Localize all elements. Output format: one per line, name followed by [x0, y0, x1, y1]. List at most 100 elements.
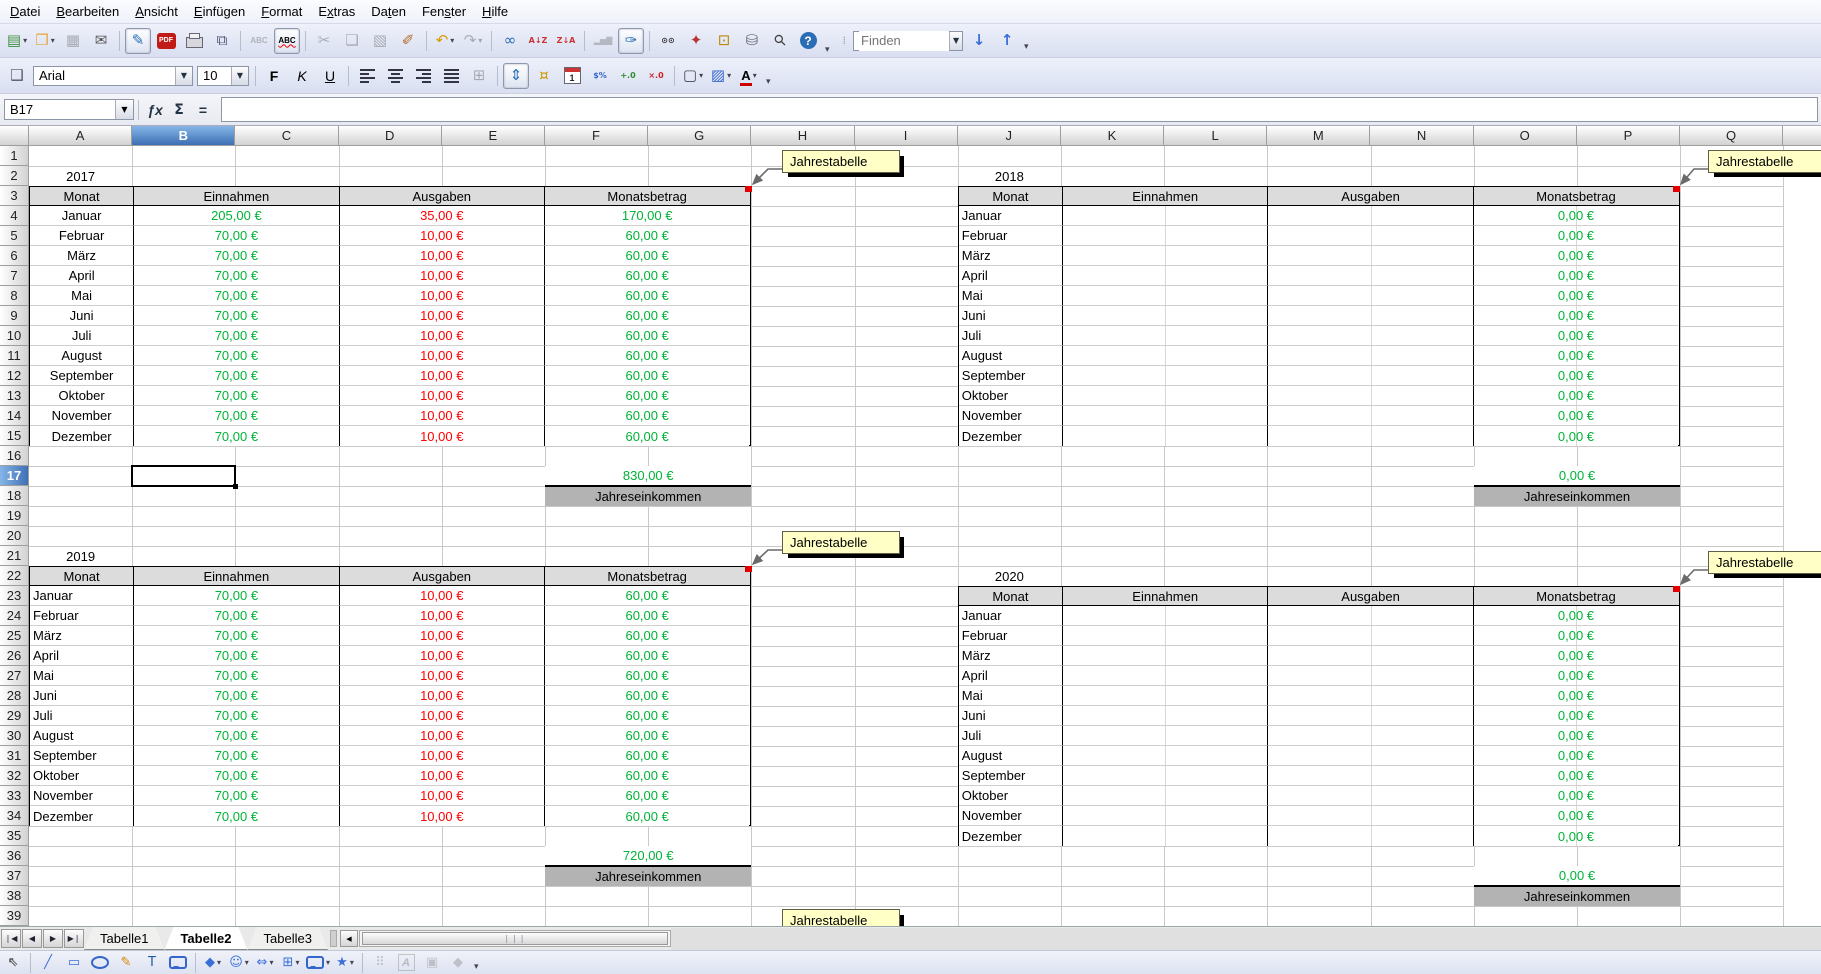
cell[interactable]: 0,00 € — [1473, 346, 1678, 366]
row-header-31[interactable]: 31 — [0, 746, 29, 766]
cell[interactable]: November — [30, 786, 133, 806]
column-header-cell[interactable]: Einnahmen — [133, 567, 338, 585]
chevron-down-icon[interactable]: ▾ — [245, 958, 249, 967]
cell[interactable]: 60,00 € — [544, 326, 749, 346]
row-header-24[interactable]: 24 — [0, 606, 29, 626]
column-header-P[interactable]: P — [1577, 126, 1680, 146]
export-pdf-icon[interactable]: PDF — [153, 28, 179, 54]
cell[interactable]: Juli — [959, 726, 1062, 746]
cell[interactable]: 60,00 € — [544, 786, 749, 806]
cell[interactable]: 10,00 € — [339, 746, 544, 766]
line-icon[interactable]: ╱ — [36, 952, 60, 974]
cell[interactable]: 10,00 € — [339, 666, 544, 686]
cell[interactable]: Februar — [30, 606, 133, 626]
cell[interactable]: Juni — [30, 306, 133, 326]
cell[interactable] — [1062, 606, 1267, 626]
font-name-combo[interactable]: Arial ▼ — [33, 66, 193, 86]
cell[interactable]: 10,00 € — [339, 286, 544, 306]
sheet-tab-tabelle3[interactable]: Tabelle3 — [248, 927, 328, 950]
cell[interactable]: Juni — [30, 686, 133, 706]
cell[interactable]: Mai — [959, 686, 1062, 706]
cell[interactable]: März — [959, 646, 1062, 666]
column-header-cell[interactable]: Ausgaben — [1267, 587, 1472, 605]
chevron-down-icon[interactable]: ▾ — [753, 71, 757, 80]
cell[interactable]: September — [30, 746, 133, 766]
cell[interactable]: 205,00 € — [133, 206, 338, 226]
cell[interactable]: 70,00 € — [133, 346, 338, 366]
cell[interactable]: 70,00 € — [133, 706, 338, 726]
select-all-corner[interactable] — [0, 126, 29, 146]
row-header-25[interactable]: 25 — [0, 626, 29, 646]
cell[interactable] — [1267, 386, 1472, 406]
column-header-O[interactable]: O — [1474, 126, 1577, 146]
column-header-cell[interactable]: Monatsbetrag — [1473, 187, 1678, 205]
column-header-cell[interactable]: Monatsbetrag — [544, 187, 749, 205]
number-format-date-icon[interactable]: 1 — [559, 63, 585, 89]
cell[interactable]: 10,00 € — [339, 326, 544, 346]
cell[interactable]: Juli — [959, 326, 1062, 346]
function-wizard-icon[interactable]: ƒx — [143, 102, 167, 118]
row-header-39[interactable]: 39 — [0, 906, 29, 926]
cell[interactable]: Dezember — [30, 426, 133, 446]
underline-button[interactable]: U — [317, 63, 343, 89]
ellipse-icon[interactable] — [88, 952, 112, 974]
cell[interactable]: Mai — [30, 286, 133, 306]
row-header-14[interactable]: 14 — [0, 406, 29, 426]
row-header-18[interactable]: 18 — [0, 486, 29, 506]
styles-icon[interactable]: ❑ — [4, 63, 30, 89]
cell[interactable] — [1062, 246, 1267, 266]
cell[interactable]: 60,00 € — [544, 766, 749, 786]
cell[interactable] — [1062, 206, 1267, 226]
cell[interactable] — [1062, 766, 1267, 786]
font-color-icon[interactable]: A▾ — [736, 63, 762, 89]
scrollbar-thumb[interactable]: ❘❘❘ — [362, 932, 668, 945]
cell[interactable] — [1267, 826, 1472, 846]
chevron-down-icon[interactable]: ▾ — [23, 36, 27, 45]
cell[interactable]: 0,00 € — [1473, 606, 1678, 626]
cell[interactable]: 0,00 € — [1473, 766, 1678, 786]
cell[interactable]: 60,00 € — [544, 246, 749, 266]
text-box-icon[interactable]: T — [140, 952, 164, 974]
row-header-34[interactable]: 34 — [0, 806, 29, 826]
cell[interactable]: Mai — [30, 666, 133, 686]
toolbar-options-icon[interactable]: ▾ — [766, 77, 771, 89]
chevron-down-icon[interactable]: ▾ — [450, 36, 454, 45]
undo-icon[interactable]: ↶▾ — [432, 28, 458, 54]
row-header-20[interactable]: 20 — [0, 526, 29, 546]
row-header-38[interactable]: 38 — [0, 886, 29, 906]
column-header-cell[interactable]: Einnahmen — [1062, 587, 1267, 605]
cell[interactable]: 60,00 € — [544, 626, 749, 646]
toolbar-options-icon[interactable]: ▾ — [825, 45, 830, 57]
cell[interactable]: April — [30, 646, 133, 666]
background-color-icon[interactable]: ▨▾ — [708, 63, 734, 89]
cell[interactable]: 60,00 € — [544, 586, 749, 606]
chevron-down-icon[interactable]: ▾ — [727, 71, 731, 80]
cell[interactable]: 70,00 € — [133, 286, 338, 306]
tab-splitter[interactable] — [330, 930, 337, 947]
row-header-10[interactable]: 10 — [0, 326, 29, 346]
cell[interactable]: 70,00 € — [133, 386, 338, 406]
fill-handle[interactable] — [233, 484, 238, 489]
row-header-11[interactable]: 11 — [0, 346, 29, 366]
cell[interactable] — [1062, 746, 1267, 766]
year-sum-2019[interactable]: 720,00 € — [545, 846, 751, 867]
previous-sheet-button[interactable]: ◀ — [22, 929, 42, 948]
cell[interactable]: 70,00 € — [133, 586, 338, 606]
column-header-F[interactable]: F — [545, 126, 648, 146]
menu-daten[interactable]: Daten — [363, 2, 414, 21]
row-header-16[interactable]: 16 — [0, 446, 29, 466]
cell[interactable]: 70,00 € — [133, 806, 338, 826]
cell[interactable]: Januar — [30, 206, 133, 226]
cell[interactable] — [1062, 326, 1267, 346]
cell[interactable] — [1267, 686, 1472, 706]
cell[interactable]: 60,00 € — [544, 286, 749, 306]
chevron-down-icon[interactable]: ▾ — [350, 958, 354, 967]
cell[interactable]: Januar — [30, 586, 133, 606]
cell[interactable] — [1267, 426, 1472, 446]
cell[interactable]: 170,00 € — [544, 206, 749, 226]
sheet-tab-tabelle2[interactable]: Tabelle2 — [164, 927, 247, 950]
cell[interactable]: 0,00 € — [1473, 686, 1678, 706]
row-header-35[interactable]: 35 — [0, 826, 29, 846]
cell[interactable] — [1062, 726, 1267, 746]
page-preview-icon[interactable]: ⧉ — [209, 28, 235, 54]
